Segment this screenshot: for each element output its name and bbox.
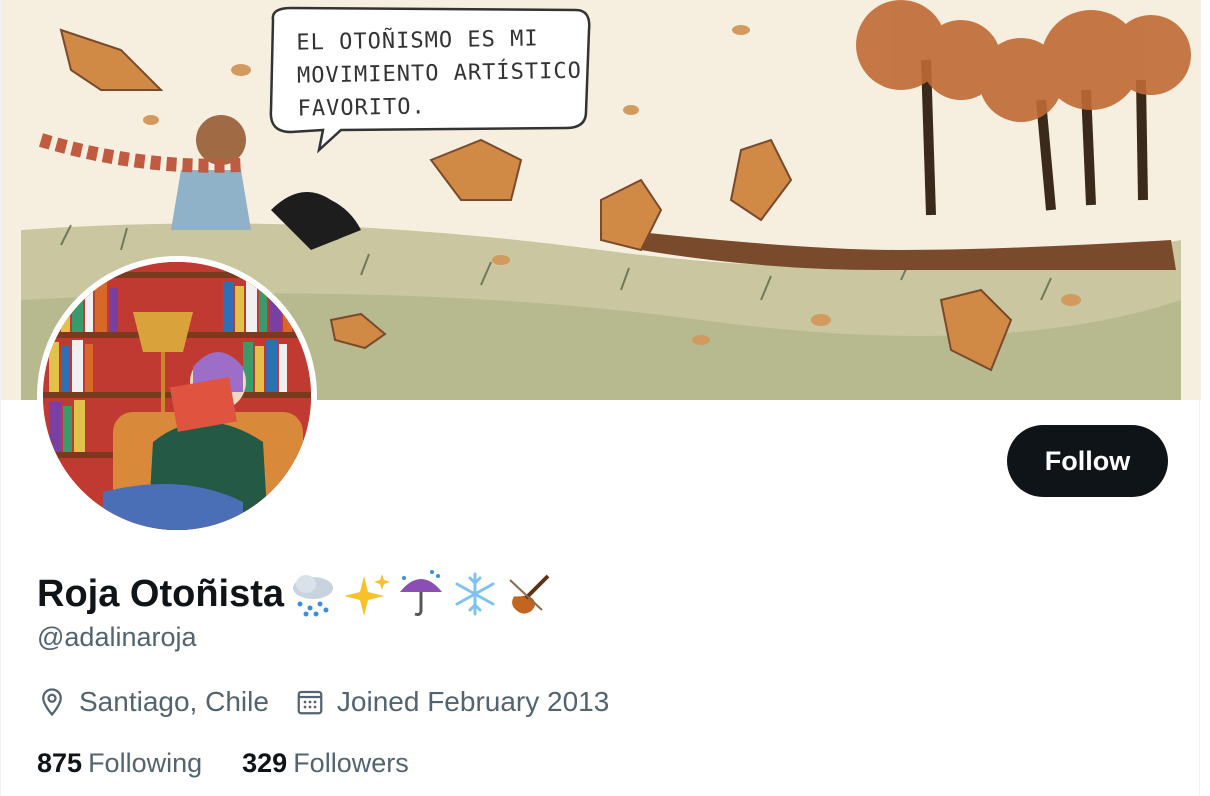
following-label: Following [88, 748, 203, 778]
location-text: Santiago, Chile [79, 686, 269, 717]
followers-link[interactable]: 329 Followers [242, 748, 409, 779]
avatar[interactable] [37, 256, 317, 536]
user-handle: @adalinaroja [37, 622, 197, 652]
avatar-illustration [43, 262, 311, 530]
profile-meta: Santiago, Chile Joined February 2013 [37, 682, 635, 722]
joined-item: Joined February 2013 [295, 686, 609, 718]
profile-header: EL OTOÑISMO ES MI MOVIMIENTO ARTÍSTICO F… [0, 0, 1201, 796]
banner-speech-text: EL OTOÑISMO ES MI MOVIMIENTO ARTÍSTICO F… [296, 26, 583, 122]
violin-icon [502, 570, 556, 618]
follow-button[interactable]: Follow [1007, 425, 1168, 497]
sparkles-icon [340, 570, 394, 618]
followers-count: 329 [242, 748, 288, 778]
umbrella-with-rain-icon [394, 570, 448, 618]
location-item: Santiago, Chile [37, 686, 269, 718]
name-emojis [286, 570, 556, 618]
following-count: 875 [37, 748, 83, 778]
rain-cloud-icon [286, 570, 340, 618]
calendar-icon [297, 690, 323, 715]
joined-text: Joined February 2013 [336, 686, 610, 717]
snowflake-icon [448, 570, 502, 618]
display-name-row: Roja Otoñista [37, 570, 556, 618]
follow-stats: 875 Following 329 Followers [37, 748, 449, 779]
followers-label: Followers [293, 748, 409, 778]
following-link[interactable]: 875 Following [37, 748, 202, 779]
display-name: Roja Otoñista [37, 572, 285, 615]
location-pin-icon [42, 688, 62, 717]
